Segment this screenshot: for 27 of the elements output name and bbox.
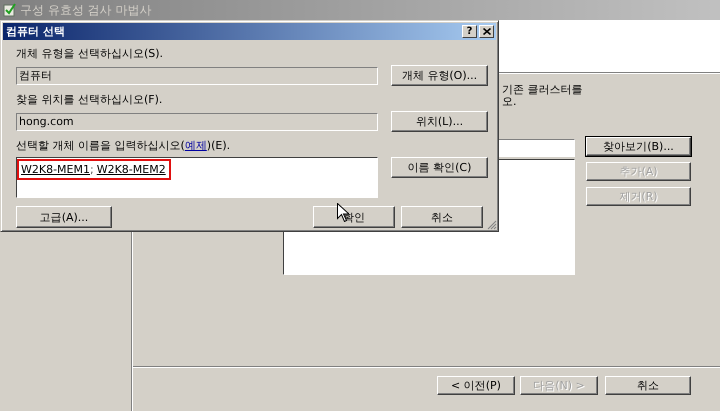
object-type-field: 컴퓨터 xyxy=(16,66,378,84)
example-link[interactable]: 예제 xyxy=(184,139,207,152)
field-label: 찾을 위치를 선택하십시오(F). xyxy=(16,94,164,106)
computer-name[interactable]: W2K8-MEM1 xyxy=(21,163,90,176)
computer-name[interactable]: W2K8-MEM2 xyxy=(96,163,166,176)
location-field: hong.com xyxy=(16,112,378,130)
checklist-icon xyxy=(3,3,17,17)
help-button[interactable]: ? xyxy=(462,25,477,38)
dialog-button[interactable]: 취소 xyxy=(401,206,483,228)
check-names-button[interactable]: 이름 확인(C) xyxy=(391,157,488,178)
nav-button[interactable]: 취소 xyxy=(605,376,691,395)
resize-grip-icon[interactable] xyxy=(487,220,497,230)
locations-button[interactable]: 위치(L)... xyxy=(391,111,488,132)
field-label: 선택할 개체 이름을 입력하십시오(예제)(E). xyxy=(16,140,232,152)
object-types-button[interactable]: 개체 유형(O)... xyxy=(391,65,488,86)
dialog-button[interactable]: 고급(A)... xyxy=(16,206,112,228)
instruction-text: 기존 클러스터를 xyxy=(502,84,584,96)
names-field[interactable]: W2K8-MEM1; W2K8-MEM2 xyxy=(16,157,378,198)
instruction-text: 오. xyxy=(502,96,518,108)
nav-button[interactable]: < 이전(P) xyxy=(437,376,515,395)
close-icon xyxy=(482,28,490,35)
close-button[interactable] xyxy=(479,25,494,38)
dialog-title: 컴퓨터 선택 xyxy=(6,24,66,39)
field-label: 개체 유형을 선택하십시오(S). xyxy=(16,48,164,60)
separator-text: ; xyxy=(90,163,94,176)
window-title: 구성 유효성 검사 마법사 xyxy=(20,2,152,18)
wizard-button[interactable]: 찾아보기(B)... xyxy=(586,137,691,156)
